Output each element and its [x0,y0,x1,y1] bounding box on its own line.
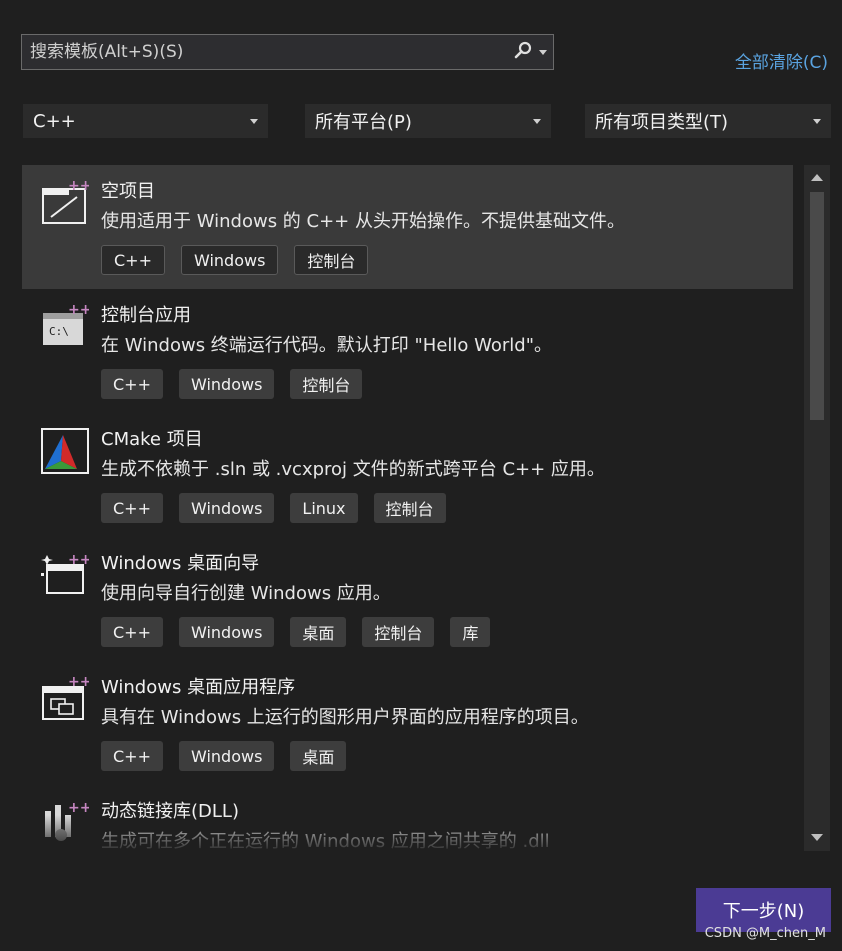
tag: Windows [178,493,275,523]
tag: C++ [101,617,163,647]
chevron-down-icon [533,118,541,124]
desktop-wizard-icon: ++ [41,551,91,599]
template-description: 使用向导自行创建 Windows 应用。 [101,583,391,604]
tag: Windows [178,369,275,399]
scrollbar[interactable] [804,165,830,851]
template-title: 空项目 [101,181,155,202]
search-box[interactable] [21,34,554,70]
language-dropdown[interactable]: C++ [23,104,268,138]
tag: C++ [101,741,163,771]
template-item[interactable]: C:\ ++ 控制台应用 在 Windows 终端运行代码。默认打印 "Hell… [22,289,793,413]
template-description: 在 Windows 终端运行代码。默认打印 "Hello World"。 [101,335,553,356]
template-item[interactable]: ++ 空项目 使用适用于 Windows 的 C++ 从头开始操作。不提供基础文… [22,165,793,289]
cmake-icon [41,427,89,475]
project-type-dropdown[interactable]: 所有项目类型(T) [585,104,831,138]
template-item[interactable]: ++ Windows 桌面向导 使用向导自行创建 Windows 应用。 C++… [22,537,793,661]
template-item[interactable]: ++ Windows 桌面应用程序 具有在 Windows 上运行的图形用户界面… [22,661,793,785]
desktop-app-icon: ++ [41,674,91,723]
template-title: 控制台应用 [101,305,191,326]
scroll-down-arrow-icon[interactable] [811,834,823,841]
search-input[interactable] [30,42,513,62]
template-title: 动态链接库(DLL) [101,801,239,822]
template-title: Windows 桌面向导 [101,553,260,574]
template-list: ++ 空项目 使用适用于 Windows 的 C++ 从头开始操作。不提供基础文… [22,165,793,851]
chevron-down-icon [250,118,258,124]
project-type-value: 所有项目类型(T) [595,112,729,133]
template-item[interactable]: ++ 动态链接库(DLL) 生成可在多个正在运行的 Windows 应用之间共享… [22,785,793,851]
tag: Windows [178,617,275,647]
template-item[interactable]: CMake 项目 生成不依赖于 .sln 或 .vcxproj 文件的新式跨平台… [22,413,793,537]
tag: Linux [290,493,358,523]
template-title: Windows 桌面应用程序 [101,677,296,698]
tag: Windows [180,245,279,275]
search-icon[interactable] [513,40,533,65]
tag: Windows [178,741,275,771]
tag: 控制台 [294,245,369,275]
console-app-icon: C:\ ++ [41,302,91,351]
clear-all-link[interactable]: 全部清除(C) [735,48,828,73]
console-icon-text: C:\ [49,325,69,338]
tag: 控制台 [290,369,363,399]
svg-text:++: ++ [68,303,89,318]
tag: C++ [101,369,163,399]
chevron-down-icon[interactable] [539,49,547,55]
tag: 桌面 [290,617,347,647]
template-description: 生成可在多个正在运行的 Windows 应用之间共享的 .dll [101,831,550,851]
empty-project-icon: ++ [41,178,91,227]
tag: 控制台 [362,617,435,647]
template-title: CMake 项目 [101,429,203,450]
svg-text:++: ++ [68,800,89,816]
platform-value: 所有平台(P) [315,112,412,133]
tag: C++ [101,245,165,275]
svg-text:++: ++ [68,675,89,690]
tag: 控制台 [373,493,446,523]
chevron-down-icon [813,118,821,124]
svg-text:++: ++ [68,552,89,568]
tag: C++ [101,493,163,523]
tag: 桌面 [290,741,347,771]
scroll-up-arrow-icon[interactable] [811,174,823,181]
template-description: 使用适用于 Windows 的 C++ 从头开始操作。不提供基础文件。 [101,211,625,232]
platform-dropdown[interactable]: 所有平台(P) [305,104,551,138]
tag: 库 [450,617,491,647]
scroll-thumb[interactable] [810,192,824,420]
template-description: 具有在 Windows 上运行的图形用户界面的应用程序的项目。 [101,707,589,728]
watermark: CSDN @M_chen_M [704,926,826,941]
template-description: 生成不依赖于 .sln 或 .vcxproj 文件的新式跨平台 C++ 应用。 [101,459,605,480]
svg-text:++: ++ [68,179,89,194]
dll-icon: ++ [41,799,91,847]
language-value: C++ [33,110,76,132]
